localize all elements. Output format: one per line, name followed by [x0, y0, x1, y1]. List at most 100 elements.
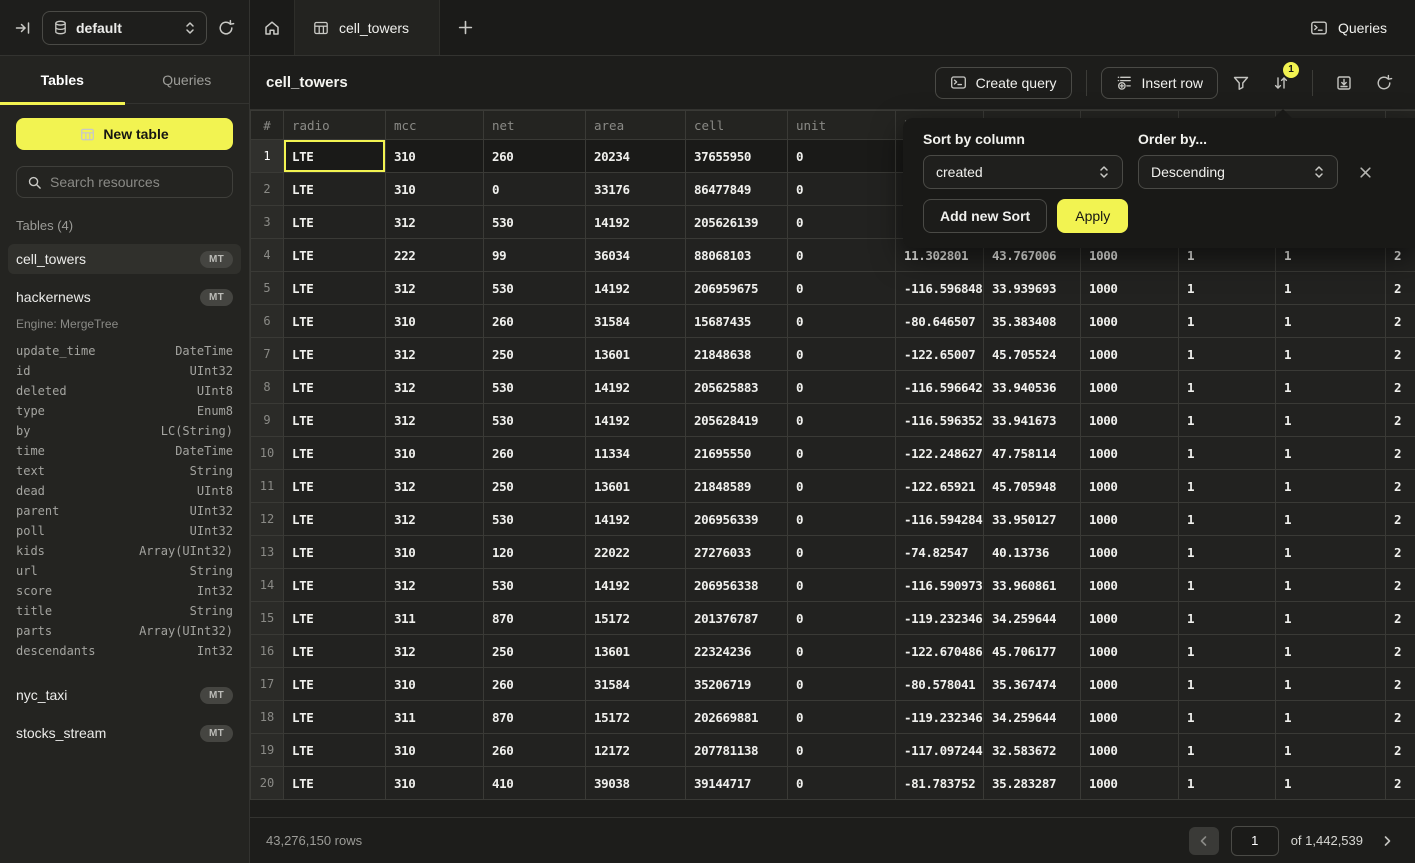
table-cell[interactable]: 205628419: [686, 404, 788, 437]
filter-icon[interactable]: [1224, 67, 1258, 99]
table-cell[interactable]: 2: [1386, 635, 1415, 668]
sort-column-select[interactable]: created: [923, 155, 1123, 189]
table-cell[interactable]: -122.670486: [896, 635, 984, 668]
table-cell[interactable]: LTE: [284, 701, 386, 734]
sidebar-table-item-cell_towers[interactable]: cell_towersMT: [8, 244, 241, 274]
table-cell[interactable]: 35.383408: [984, 305, 1081, 338]
table-cell[interactable]: LTE: [284, 569, 386, 602]
table-cell[interactable]: LTE: [284, 767, 386, 800]
table-cell[interactable]: 0: [788, 767, 896, 800]
table-cell[interactable]: 1: [1179, 470, 1276, 503]
table-cell[interactable]: 0: [788, 173, 896, 206]
table-cell[interactable]: 14192: [586, 569, 686, 602]
table-cell[interactable]: -74.82547: [896, 536, 984, 569]
sidebar-table-item-nyc_taxi[interactable]: nyc_taxiMT: [8, 680, 241, 710]
table-cell[interactable]: 32.583672: [984, 734, 1081, 767]
table-cell[interactable]: 310: [386, 140, 484, 173]
table-cell[interactable]: LTE: [284, 239, 386, 272]
table-cell[interactable]: 33.960861: [984, 569, 1081, 602]
table-cell[interactable]: 33.939693: [984, 272, 1081, 305]
table-cell[interactable]: 201376787: [686, 602, 788, 635]
table-cell[interactable]: -116.596848: [896, 272, 984, 305]
table-cell[interactable]: 1000: [1081, 569, 1179, 602]
table-cell[interactable]: 310: [386, 767, 484, 800]
table-cell[interactable]: 530: [484, 404, 586, 437]
table-cell[interactable]: 21695550: [686, 437, 788, 470]
table-cell[interactable]: 1000: [1081, 734, 1179, 767]
table-cell[interactable]: 312: [386, 272, 484, 305]
close-icon[interactable]: [1353, 160, 1377, 184]
table-cell[interactable]: -122.65007: [896, 338, 984, 371]
table-cell[interactable]: 1: [1276, 305, 1386, 338]
table-cell[interactable]: 202669881: [686, 701, 788, 734]
table-cell[interactable]: 1000: [1081, 404, 1179, 437]
table-cell[interactable]: 33.950127: [984, 503, 1081, 536]
table-cell[interactable]: 0: [484, 173, 586, 206]
table-cell[interactable]: 22324236: [686, 635, 788, 668]
table-cell[interactable]: 310: [386, 734, 484, 767]
table-cell[interactable]: 33.940536: [984, 371, 1081, 404]
table-cell[interactable]: 21848638: [686, 338, 788, 371]
table-cell[interactable]: 1: [1179, 338, 1276, 371]
table-cell[interactable]: LTE: [284, 536, 386, 569]
table-cell[interactable]: 33176: [586, 173, 686, 206]
table-cell[interactable]: 0: [788, 734, 896, 767]
table-cell[interactable]: 0: [788, 602, 896, 635]
table-cell[interactable]: 12172: [586, 734, 686, 767]
table-cell[interactable]: LTE: [284, 602, 386, 635]
table-cell[interactable]: -81.783752: [896, 767, 984, 800]
table-cell[interactable]: 0: [788, 503, 896, 536]
table-cell[interactable]: 250: [484, 635, 586, 668]
table-cell[interactable]: 2: [1386, 668, 1415, 701]
table-cell[interactable]: LTE: [284, 305, 386, 338]
table-cell[interactable]: 14192: [586, 272, 686, 305]
table-cell[interactable]: 2: [1386, 272, 1415, 305]
table-cell[interactable]: 0: [788, 272, 896, 305]
table-cell[interactable]: -122.248627: [896, 437, 984, 470]
table-cell[interactable]: 0: [788, 239, 896, 272]
table-cell[interactable]: 0: [788, 569, 896, 602]
table-cell[interactable]: 530: [484, 371, 586, 404]
table-cell[interactable]: LTE: [284, 173, 386, 206]
table-cell[interactable]: 15172: [586, 701, 686, 734]
page-number-input[interactable]: [1231, 826, 1279, 856]
table-cell[interactable]: LTE: [284, 470, 386, 503]
table-cell[interactable]: 2: [1386, 437, 1415, 470]
table-cell[interactable]: 11334: [586, 437, 686, 470]
table-cell[interactable]: 1000: [1081, 602, 1179, 635]
table-cell[interactable]: 1: [1179, 503, 1276, 536]
table-cell[interactable]: 310: [386, 668, 484, 701]
table-cell[interactable]: 530: [484, 272, 586, 305]
table-cell[interactable]: 120: [484, 536, 586, 569]
table-cell[interactable]: 206956339: [686, 503, 788, 536]
table-cell[interactable]: 1000: [1081, 767, 1179, 800]
table-cell[interactable]: 310: [386, 305, 484, 338]
table-cell[interactable]: 1: [1276, 668, 1386, 701]
table-cell[interactable]: 2: [1386, 503, 1415, 536]
table-cell[interactable]: 34.259644: [984, 602, 1081, 635]
table-cell[interactable]: LTE: [284, 635, 386, 668]
home-tab[interactable]: [250, 0, 294, 55]
table-cell[interactable]: 14192: [586, 503, 686, 536]
prev-page-button[interactable]: [1189, 827, 1219, 855]
table-cell[interactable]: 34.259644: [984, 701, 1081, 734]
table-cell[interactable]: 15172: [586, 602, 686, 635]
table-cell[interactable]: LTE: [284, 668, 386, 701]
table-cell[interactable]: 1: [1179, 305, 1276, 338]
table-cell[interactable]: -80.646507: [896, 305, 984, 338]
table-cell[interactable]: 1000: [1081, 338, 1179, 371]
table-cell[interactable]: 312: [386, 635, 484, 668]
table-cell[interactable]: 31584: [586, 305, 686, 338]
sidebar-tab-queries[interactable]: Queries: [125, 56, 250, 103]
new-table-button[interactable]: New table: [16, 118, 233, 150]
table-cell[interactable]: -119.232346: [896, 701, 984, 734]
table-cell[interactable]: 0: [788, 338, 896, 371]
table-cell[interactable]: 312: [386, 503, 484, 536]
table-cell[interactable]: 14192: [586, 206, 686, 239]
table-cell[interactable]: 1: [1276, 437, 1386, 470]
table-cell[interactable]: 39038: [586, 767, 686, 800]
table-cell[interactable]: 45.705948: [984, 470, 1081, 503]
table-cell[interactable]: 88068103: [686, 239, 788, 272]
table-cell[interactable]: 1000: [1081, 305, 1179, 338]
table-cell[interactable]: 0: [788, 470, 896, 503]
